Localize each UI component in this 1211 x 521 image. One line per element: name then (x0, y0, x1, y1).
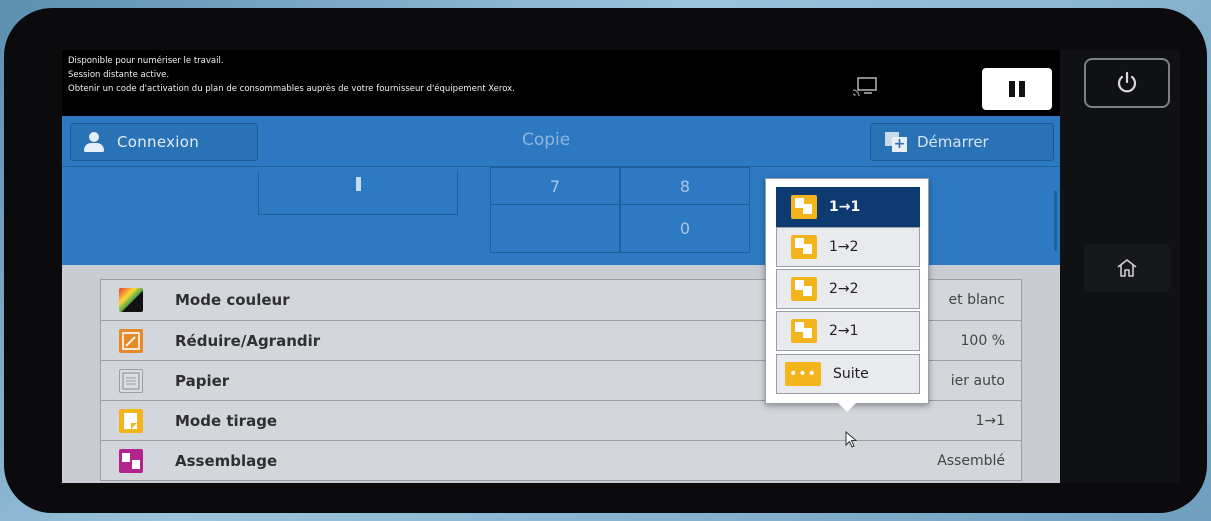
collation-icon (119, 448, 143, 473)
status-message-activation: Obtenir un code d'activation du plan de … (68, 84, 515, 94)
quantity-field[interactable] (258, 171, 458, 215)
home-button[interactable] (1084, 244, 1170, 292)
duplex-mode-icon (119, 408, 143, 433)
feature-row-collation[interactable]: Assemblage Assemblé (100, 441, 1022, 481)
feature-name: Réduire/Agrandir (175, 331, 321, 350)
login-button[interactable]: Connexion (70, 123, 258, 161)
feature-name: Mode tirage (175, 411, 278, 430)
start-copy-icon (885, 132, 907, 152)
option-1-to-1[interactable]: 1→1 (776, 187, 920, 227)
text-cursor (356, 177, 361, 191)
status-bar: Disponible pour numériser le travail. Se… (62, 50, 1060, 116)
status-message-ready: Disponible pour numériser le travail. (68, 56, 224, 66)
option-label: 1→2 (829, 239, 859, 255)
start-button[interactable]: Démarrer (870, 123, 1054, 161)
touch-screen: Disponible pour numériser le travail. Se… (62, 50, 1060, 483)
two-sided-to-two-sided-icon (791, 277, 817, 301)
option-label: 2→2 (829, 281, 859, 297)
option-2-to-2[interactable]: 2→2 (776, 269, 920, 309)
feature-row-duplex-mode[interactable]: Mode tirage 1→1 (100, 401, 1022, 441)
keypad-key-0[interactable]: 0 (620, 205, 750, 253)
feature-name: Papier (175, 371, 230, 390)
home-icon (1117, 259, 1137, 277)
pause-icon-bar (1009, 81, 1015, 97)
more-dots-icon: ••• (785, 362, 821, 386)
paper-icon (119, 368, 143, 393)
duplex-options-popup: 1→1 1→2 2→2 2→1 ••• Suite (765, 178, 929, 412)
login-label: Connexion (117, 133, 200, 151)
power-icon (1117, 71, 1137, 93)
option-2-to-1[interactable]: 2→1 (776, 311, 920, 351)
feature-value: ier auto (950, 372, 1005, 389)
user-icon (83, 132, 105, 152)
app-header: Connexion Copie Démarrer (62, 116, 1060, 167)
feature-name: Assemblage (175, 451, 278, 470)
power-button[interactable] (1084, 58, 1170, 108)
reduce-enlarge-icon (119, 328, 143, 353)
page-title: Copie (522, 130, 571, 150)
more-options-button[interactable]: ••• Suite (776, 354, 920, 394)
keypad-key-8[interactable]: 8 (620, 167, 750, 205)
one-sided-to-one-sided-icon (791, 195, 817, 219)
more-options-label: Suite (833, 366, 869, 382)
pause-icon-bar (1019, 81, 1025, 97)
mouse-cursor-icon (845, 431, 858, 448)
option-label: 2→1 (829, 323, 859, 339)
feature-value: 100 % (960, 332, 1005, 349)
two-sided-to-one-sided-icon (791, 319, 817, 343)
option-label: 1→1 (829, 199, 861, 215)
color-mode-icon (119, 288, 143, 312)
feature-value: et blanc (948, 292, 1005, 308)
option-1-to-2[interactable]: 1→2 (776, 227, 920, 267)
start-label: Démarrer (917, 133, 989, 151)
feature-value: Assemblé (937, 452, 1005, 469)
keypad-key-7[interactable]: 7 (490, 167, 620, 205)
status-message-remote-session: Session distante active. (68, 70, 170, 80)
feature-value: 1→1 (975, 412, 1005, 429)
pause-button[interactable] (982, 68, 1052, 110)
keypad-blank-key (490, 205, 620, 253)
keypad-scrollbar[interactable] (1054, 191, 1057, 251)
one-sided-to-two-sided-icon (791, 235, 817, 259)
remote-session-icon (852, 76, 880, 98)
feature-name: Mode couleur (175, 291, 290, 309)
